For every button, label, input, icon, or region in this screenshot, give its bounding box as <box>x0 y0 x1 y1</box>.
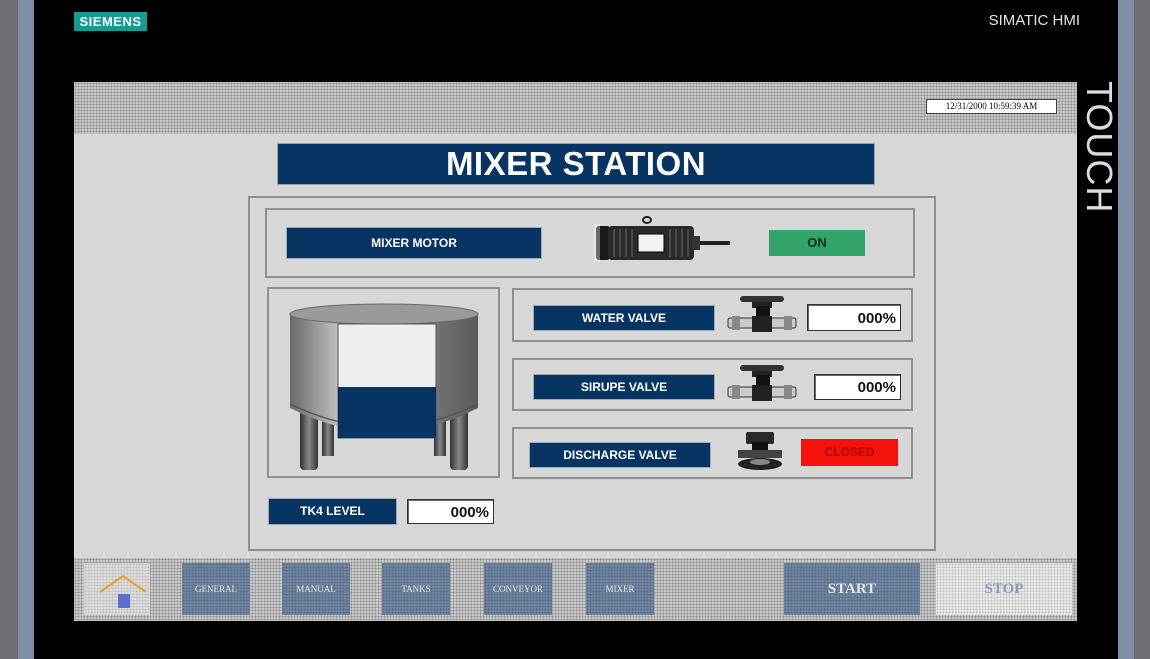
nav-tanks-button[interactable]: TANKS <box>382 563 450 615</box>
datetime-field: 12/31/2000 10:59:39 AM <box>926 99 1057 114</box>
start-button[interactable]: START <box>784 563 920 615</box>
device-model-label: SIMATIC HMI <box>988 12 1080 29</box>
nav-conveyor-button[interactable]: CONVEYOR <box>484 563 552 615</box>
sirupe-valve-icon[interactable] <box>726 363 798 405</box>
bezel-right-accent <box>1118 0 1134 659</box>
touch-label-strip: TOUCH <box>1078 81 1120 214</box>
motor-icon[interactable] <box>592 214 734 266</box>
water-valve-label: WATER VALVE <box>533 305 715 331</box>
bezel-left-edge <box>0 0 18 659</box>
tank-level-value[interactable]: 000% <box>407 499 494 524</box>
nav-general-button[interactable]: GENERAL <box>182 563 250 615</box>
water-valve-value[interactable]: 000% <box>807 304 901 331</box>
motor-status-indicator: ON <box>769 230 865 256</box>
page-title: MIXER STATION <box>277 143 875 185</box>
nav-mixer-button[interactable]: MIXER <box>586 563 654 615</box>
home-icon <box>99 574 147 608</box>
bezel-left-accent <box>18 0 34 659</box>
tank-level-fill <box>338 387 436 438</box>
brand-logo: SIEMENS <box>74 12 147 31</box>
nav-manual-button[interactable]: MANUAL <box>282 563 350 615</box>
discharge-valve-status: CLOSED <box>801 439 898 466</box>
sirupe-valve-value[interactable]: 000% <box>814 374 901 400</box>
discharge-valve-icon[interactable] <box>734 430 786 472</box>
bezel-right-edge <box>1134 0 1150 659</box>
water-valve-icon[interactable] <box>726 294 798 336</box>
hmi-screen: 12/31/2000 10:59:39 AM MIXER STATION MIX… <box>74 82 1077 621</box>
stop-button[interactable]: STOP <box>936 563 1072 615</box>
mixer-motor-label: MIXER MOTOR <box>286 227 542 259</box>
tank-icon <box>289 303 479 470</box>
touch-label: TOUCH <box>1079 81 1120 214</box>
discharge-valve-label: DISCHARGE VALVE <box>529 442 711 468</box>
tank-level-label: TK4 LEVEL <box>268 498 397 525</box>
sirupe-valve-label: SIRUPE VALVE <box>533 374 715 400</box>
home-button[interactable] <box>84 563 150 615</box>
